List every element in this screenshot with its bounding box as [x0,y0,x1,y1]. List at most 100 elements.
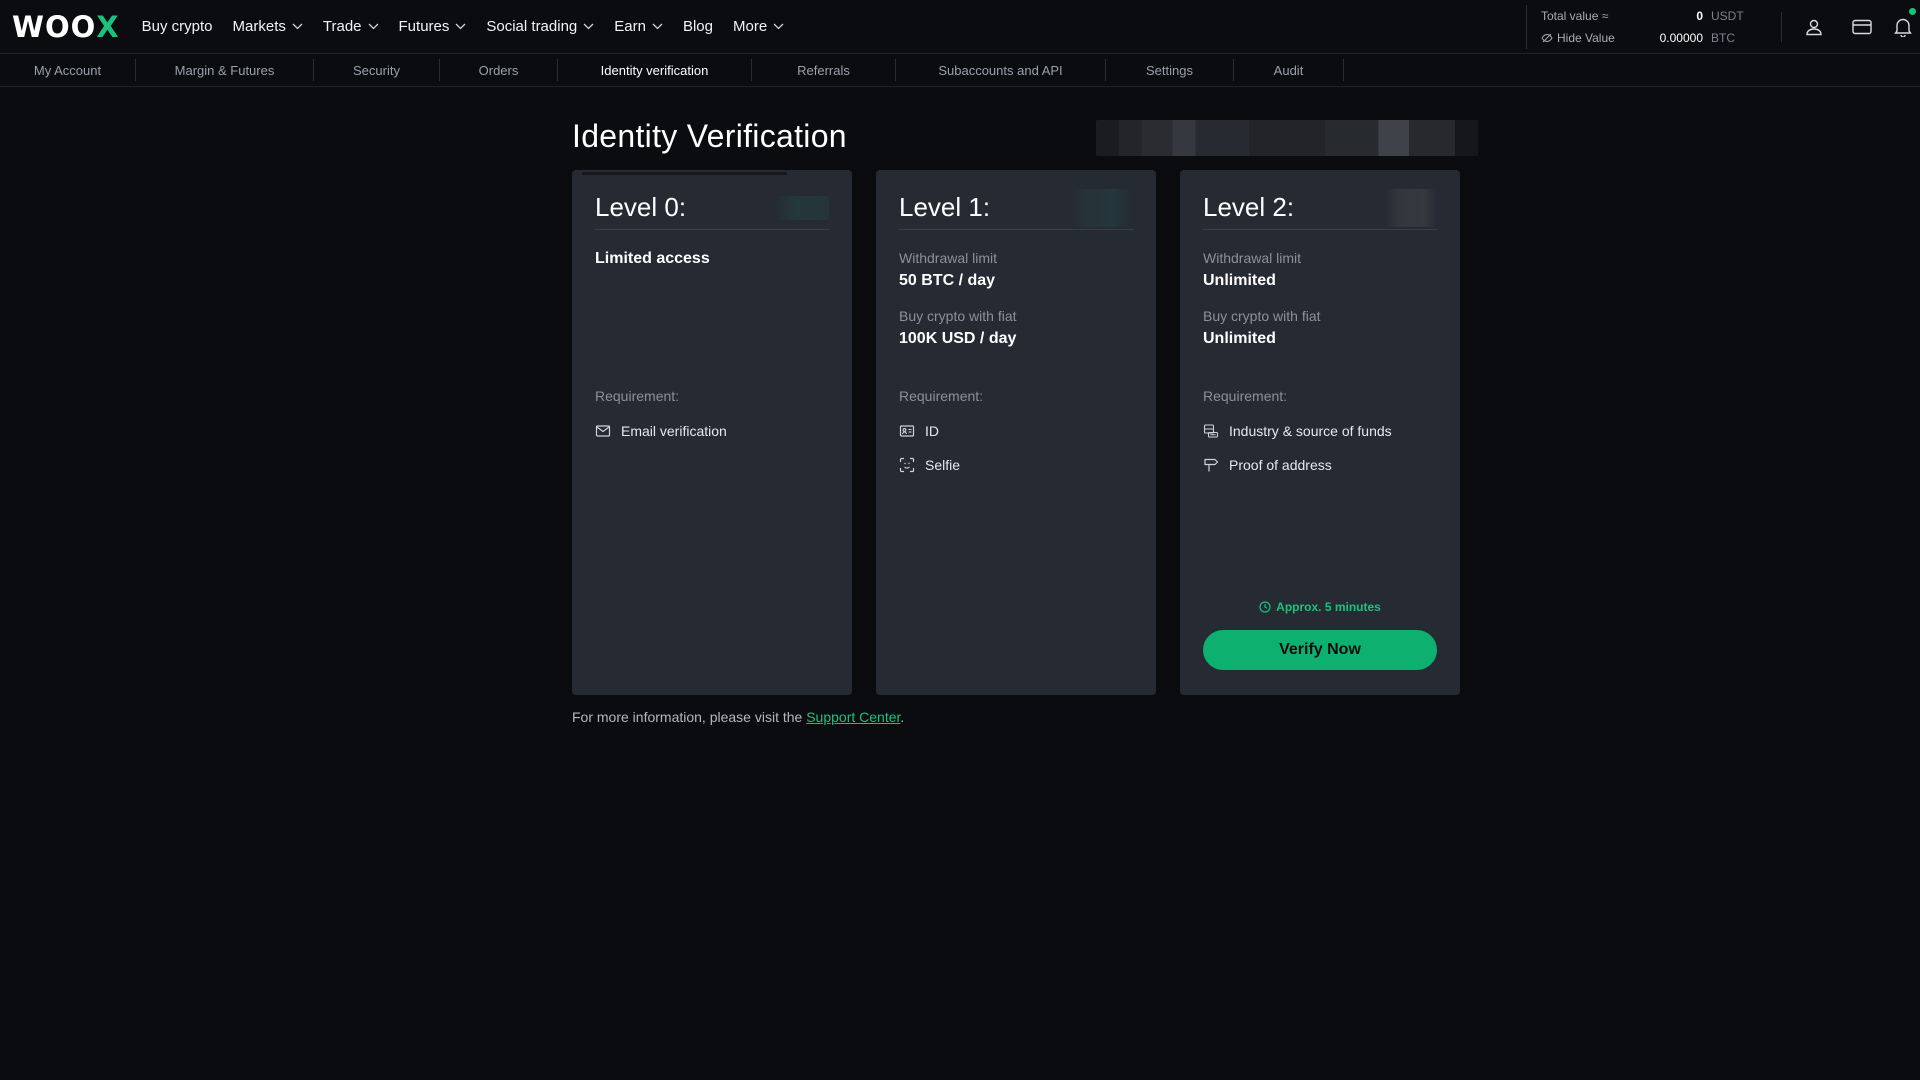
limit-value: Unlimited [1203,330,1276,347]
tab-identity-verification[interactable]: Identity verification [558,59,752,81]
limit-value: Unlimited [1203,272,1276,289]
support-center-link[interactable]: Support Center [806,709,900,725]
account-button[interactable] [1790,5,1838,49]
wallet-button[interactable] [1838,5,1886,49]
btc-value-amount: 0.00000 [1659,31,1703,45]
nav-label: Markets [232,18,286,35]
tab-label: Orders [478,62,519,78]
nav-buy-crypto[interactable]: Buy crypto [142,18,213,35]
requirement-label: Requirement: [595,388,680,404]
requirement-item: ID [899,414,1133,448]
signpost-icon [1204,458,1219,472]
bell-icon [1894,18,1912,37]
requirement-item: Email verification [595,414,829,448]
nav-label: Buy crypto [141,18,213,35]
chevron-down-icon [773,23,784,30]
nav-social-trading[interactable]: Social trading [486,18,594,35]
btc-value-currency: BTC [1711,31,1735,45]
tab-label: Audit [1273,62,1304,78]
footer-note: For more information, please visit the S… [572,709,1462,725]
requirements: Requirement: ID Selfie [899,388,1133,482]
withdrawal-limit: Withdrawal limit 50 BTC / day [899,250,1133,290]
level-title: Level 1: [899,192,991,222]
limit-label: Buy crypto with fiat [1203,308,1321,324]
limit-value: 50 BTC / day [899,272,996,289]
level-badge [1385,188,1437,227]
notifications-button[interactable] [1886,5,1920,49]
nav-trade[interactable]: Trade [323,18,379,35]
tab-audit[interactable]: Audit [1234,59,1344,81]
nav-label: Futures [398,18,450,35]
approx-time: Approx. 5 minutes [1203,600,1437,614]
card-header: Level 0: [595,192,829,230]
face-scan-icon [899,457,915,473]
nav-futures[interactable]: Futures [399,18,467,35]
requirement-item: Industry & source of funds [1203,414,1437,448]
limit-value: 100K USD / day [899,330,1017,347]
tab-referrals[interactable]: Referrals [752,59,896,81]
logo-accent: X [96,9,120,44]
hide-value-toggle[interactable]: Hide Value [1541,31,1651,45]
eye-off-icon [1541,33,1553,43]
tab-margin-futures[interactable]: Margin & Futures [136,59,314,81]
withdrawal-limit: Withdrawal limit Unlimited [1203,250,1437,290]
requirement-text: Email verification [621,423,727,439]
redacted-banner [1096,120,1478,156]
fiat-limit: Buy crypto with fiat Unlimited [1203,308,1437,348]
divider [1781,12,1782,42]
clock-icon [1259,601,1271,613]
nav-blog[interactable]: Blog [683,18,713,35]
logo-text: WOO [12,9,97,44]
requirement-label: Requirement: [899,388,984,404]
footer-text: For more information, please visit the [572,709,807,725]
requirement-item: Selfie [899,448,1133,482]
user-icon [1806,19,1822,36]
requirement-label: Requirement: [1203,388,1288,404]
top-navbar: WOO X Buy crypto Markets Trade Futures So… [0,0,1920,54]
chevron-down-icon [292,23,303,30]
fiat-limit: Buy crypto with fiat 100K USD / day [899,308,1133,348]
tab-orders[interactable]: Orders [440,59,558,81]
tab-label: Referrals [797,62,850,78]
nav-right-tools: Total value ≈ 0 USDT Hide Value 0.00000 … [1526,0,1920,54]
tab-label: Subaccounts and API [938,62,1063,78]
nav-earn[interactable]: Earn [614,18,663,35]
total-value-currency: USDT [1711,9,1744,23]
tab-label: Margin & Futures [174,62,275,78]
tab-label: Settings [1146,62,1193,78]
limit-label: Withdrawal limit [1203,250,1302,266]
verify-now-button[interactable]: Verify Now [1203,630,1437,670]
tab-label: Identity verification [600,62,709,78]
requirement-text: Selfie [925,457,961,473]
limit-label: Buy crypto with fiat [899,308,1017,324]
tab-subaccounts-api[interactable]: Subaccounts and API [896,59,1106,81]
limit-label: Withdrawal limit [899,250,998,266]
level-summary: Limited access [595,250,710,267]
identity-verification-main: Identity Verification Level 0: Limited a… [572,118,1478,725]
total-value-amount: 0 [1696,9,1703,23]
level-1-card: Level 1: Withdrawal limit 50 BTC / day B… [876,170,1156,695]
nav-label: Earn [614,18,646,35]
nav-markets[interactable]: Markets [233,18,303,35]
tab-label: Security [353,62,400,78]
tab-security[interactable]: Security [314,59,440,81]
woox-logo[interactable]: WOO X [12,10,120,44]
level-2-card: Level 2: Withdrawal limit Unlimited Buy … [1180,170,1460,695]
level-badge [773,195,829,220]
nav-more[interactable]: More [733,18,784,35]
requirements: Requirement: Industry & source of funds … [1203,388,1437,482]
tab-settings[interactable]: Settings [1106,59,1234,81]
hide-value-label: Hide Value [1557,31,1615,45]
requirement-text: Proof of address [1229,457,1332,473]
wallet-icon [1852,19,1872,35]
account-subnav: My Account Margin & Futures Security Ord… [0,54,1920,87]
level-title: Level 0: [595,192,687,222]
nav-label: Trade [322,18,362,35]
requirement-text: Industry & source of funds [1229,423,1392,439]
chevron-down-icon [455,23,466,30]
level-badge [1069,188,1133,227]
chevron-down-icon [652,23,663,30]
tab-my-account[interactable]: My Account [0,59,136,81]
notification-dot [1909,8,1916,15]
card-progress-line [582,172,787,175]
